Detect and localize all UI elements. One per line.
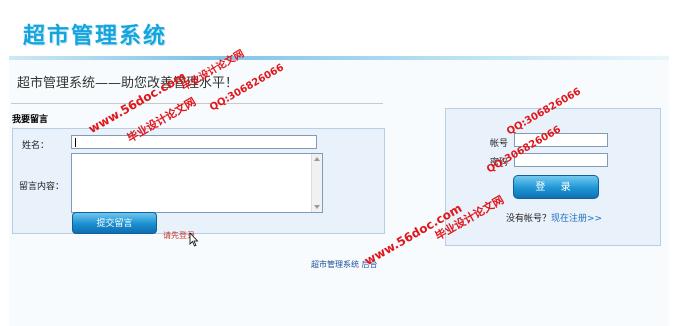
login-button[interactable]: 登 录 xyxy=(513,175,599,199)
site-logo: 超市管理系统 xyxy=(23,24,168,49)
name-input[interactable] xyxy=(71,135,317,149)
password-input[interactable] xyxy=(514,153,608,167)
text-caret xyxy=(75,138,76,147)
scroll-up-icon[interactable] xyxy=(314,157,320,161)
message-section-title: 我要留言 xyxy=(12,115,49,125)
mouse-cursor-icon xyxy=(189,232,199,247)
no-account-text: 没有帐号？ xyxy=(506,214,552,224)
scroll-down-icon[interactable] xyxy=(314,205,320,209)
message-textarea[interactable] xyxy=(71,153,323,213)
header-banner: 超市管理系统 xyxy=(9,8,669,60)
message-form-panel: 姓名： 留言内容： xyxy=(12,128,385,234)
textarea-scrollbar[interactable] xyxy=(311,154,322,212)
page: 超市管理系统 超市管理系统——助您改善管理水平！ 我要留言 姓名： 留言内容： … xyxy=(0,0,683,326)
register-link[interactable]: 现在注册>> xyxy=(551,214,602,224)
register-prompt: 没有帐号？现在注册>> xyxy=(506,211,602,224)
account-label: 帐号 xyxy=(490,139,509,149)
content-label: 留言内容： xyxy=(19,182,65,192)
submit-message-button[interactable]: 提交留言 xyxy=(72,212,157,234)
name-label: 姓名： xyxy=(22,141,50,151)
